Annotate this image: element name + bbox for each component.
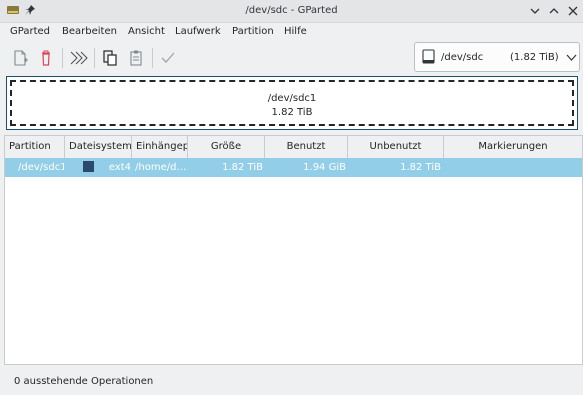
minimize-icon[interactable] bbox=[528, 4, 542, 18]
cell-partition: /dev/sdc1 bbox=[18, 162, 64, 173]
device-size: (1.82 TiB) bbox=[510, 52, 559, 63]
header-filesystem[interactable]: Dateisystem bbox=[65, 136, 132, 158]
cell-size: 1.82 TiB bbox=[222, 162, 263, 173]
header-size[interactable]: Größe bbox=[188, 136, 265, 158]
close-icon[interactable] bbox=[566, 4, 580, 18]
table-row[interactable]: /dev/sdc1 ext4 /home/d… 1.82 TiB 1.94 Gi… bbox=[5, 158, 582, 177]
cell-used: 1.94 GiB bbox=[303, 162, 346, 173]
title-bar: /dev/sdc - GParted bbox=[0, 0, 583, 23]
partition-list: Partition Dateisystem Einhängepunkt Größ… bbox=[4, 135, 583, 365]
cell-filesystem: ext4 bbox=[108, 162, 131, 173]
header-mountpoint[interactable]: Einhängepunkt bbox=[132, 136, 188, 158]
header-flags[interactable]: Markierungen bbox=[444, 136, 582, 158]
cell-mountpoint: /home/d… bbox=[135, 162, 187, 173]
menu-bearbeiten[interactable]: Bearbeiten bbox=[62, 26, 117, 37]
delete-partition-icon[interactable] bbox=[36, 48, 56, 68]
menu-partition[interactable]: Partition bbox=[232, 26, 274, 37]
toolbar-separator bbox=[152, 48, 153, 68]
copy-icon[interactable] bbox=[100, 48, 120, 68]
partition-visual-block[interactable]: /dev/sdc1 1.82 TiB bbox=[10, 80, 574, 126]
header-partition[interactable]: Partition bbox=[5, 136, 65, 158]
pending-operations: 0 ausstehende Operationen bbox=[14, 376, 154, 387]
drive-icon bbox=[422, 49, 436, 68]
paste-icon[interactable] bbox=[126, 48, 146, 68]
header-unused[interactable]: Unbenutzt bbox=[348, 136, 444, 158]
menu-hilfe[interactable]: Hilfe bbox=[284, 26, 307, 37]
visual-partition-size: 1.82 TiB bbox=[271, 107, 313, 118]
partition-list-header: Partition Dateisystem Einhängepunkt Größ… bbox=[5, 136, 582, 159]
menu-ansicht[interactable]: Ansicht bbox=[128, 26, 165, 37]
apply-check-icon[interactable] bbox=[158, 48, 178, 68]
device-name: /dev/sdc bbox=[441, 52, 484, 63]
device-selector[interactable]: /dev/sdc (1.82 TiB) bbox=[414, 42, 580, 72]
menu-laufwerk[interactable]: Laufwerk bbox=[175, 26, 221, 37]
header-used[interactable]: Benutzt bbox=[265, 136, 348, 158]
cell-unused: 1.82 TiB bbox=[400, 162, 441, 173]
visual-partition-name: /dev/sdc1 bbox=[267, 93, 317, 104]
menu-gparted[interactable]: GParted bbox=[10, 26, 50, 37]
cell-flags bbox=[446, 158, 576, 177]
toolbar-separator bbox=[62, 48, 63, 68]
window-title: /dev/sdc - GParted bbox=[245, 5, 338, 16]
toolbar-separator bbox=[94, 48, 95, 68]
status-bar: 0 ausstehende Operationen bbox=[0, 367, 583, 395]
filesystem-color-swatch bbox=[83, 161, 94, 172]
maximize-icon[interactable] bbox=[547, 4, 561, 18]
menu-bar: GParted Bearbeiten Ansicht Laufwerk Part… bbox=[0, 22, 583, 42]
new-partition-icon[interactable] bbox=[10, 48, 30, 68]
chevron-down-icon bbox=[566, 52, 577, 66]
resize-move-icon[interactable] bbox=[68, 48, 88, 68]
partition-visual[interactable]: /dev/sdc1 1.82 TiB bbox=[6, 76, 578, 130]
